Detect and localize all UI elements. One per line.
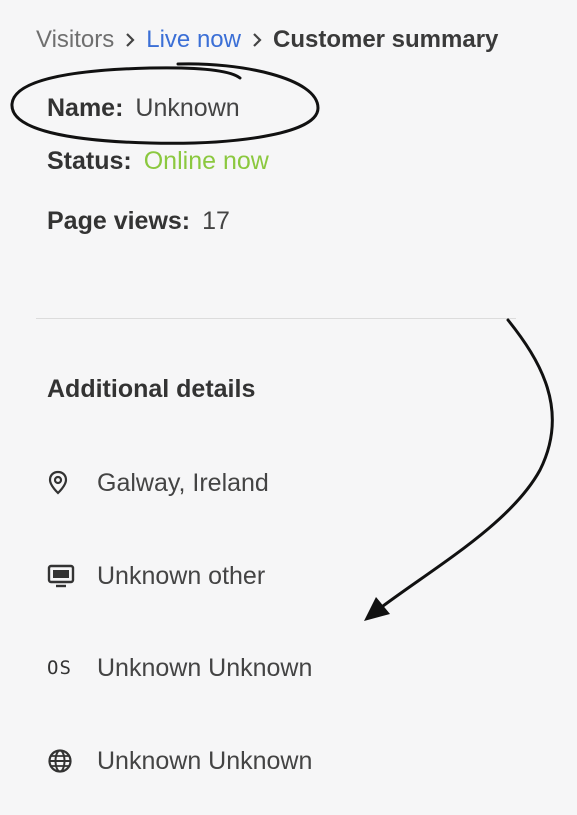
section-divider — [36, 318, 516, 319]
os-icon: OS — [47, 653, 77, 683]
status-label: Status: — [47, 147, 132, 175]
os-icon-text: OS — [47, 657, 72, 679]
chevron-right-icon — [114, 29, 146, 52]
annotation-arrow-head — [364, 597, 390, 621]
breadcrumb: Visitors Live now Customer summary — [36, 26, 498, 54]
breadcrumb-live-now-link[interactable]: Live now — [146, 26, 241, 54]
page-views-value: 17 — [202, 207, 230, 235]
monitor-icon — [47, 561, 77, 591]
page-views-label: Page views: — [47, 207, 191, 235]
breadcrumb-visitors-link[interactable]: Visitors — [36, 26, 114, 54]
globe-icon — [47, 746, 77, 776]
location-pin-icon — [47, 468, 77, 498]
detail-browser: Unknown Unknown — [47, 746, 312, 776]
additional-details-heading: Additional details — [47, 375, 256, 403]
name-label: Name: — [47, 94, 124, 122]
os-value: Unknown Unknown — [97, 653, 313, 682]
detail-os: OS Unknown Unknown — [47, 653, 312, 683]
detail-location: Galway, Ireland — [47, 468, 269, 498]
name-row: Name: Unknown — [47, 94, 240, 123]
chevron-right-icon — [241, 29, 273, 52]
breadcrumb-current-page: Customer summary — [272, 26, 499, 53]
annotation-arrow-line — [373, 318, 554, 614]
device-value: Unknown other — [97, 561, 266, 590]
status-value: Online now — [143, 147, 269, 175]
name-value: Unknown — [135, 94, 240, 122]
status-row: Status: Online now — [47, 147, 269, 176]
page-views-row: Page views: 17 — [47, 207, 230, 236]
browser-value: Unknown Unknown — [97, 746, 313, 775]
detail-device: Unknown other — [47, 561, 265, 591]
location-value: Galway, Ireland — [97, 468, 269, 497]
